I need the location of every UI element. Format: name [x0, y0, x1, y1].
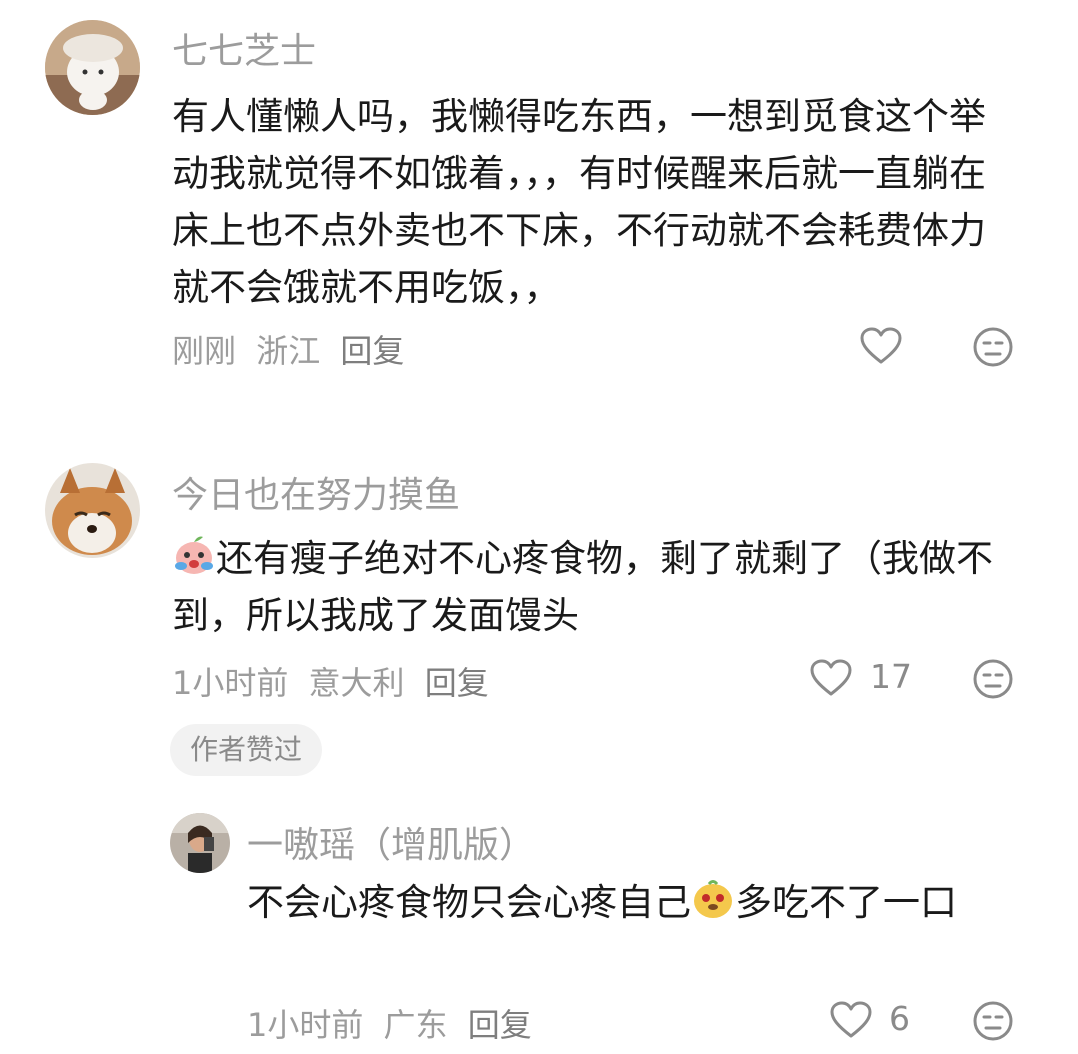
crying-peach-emoji-icon	[172, 533, 216, 577]
username[interactable]: 七七芝士	[172, 22, 316, 74]
avatar-image	[170, 813, 230, 873]
comment-text-content: 还有瘦子绝对不心疼食物，剩了就剩了（我做不到，所以我成了发面馒头	[172, 537, 993, 637]
heart-icon[interactable]	[860, 327, 902, 369]
heart-icon[interactable]	[810, 659, 852, 701]
like-count: 17	[870, 657, 912, 696]
comment-meta: 1小时前 意大利 回复	[172, 658, 499, 704]
neutral-face-icon[interactable]	[972, 658, 1014, 704]
comment-text-content: 多吃不了一口	[735, 881, 957, 924]
avatar-image	[45, 463, 140, 558]
comment-time: 刚刚	[172, 332, 237, 370]
username[interactable]: 今日也在努力摸鱼	[172, 466, 460, 518]
comment-time: 1小时前	[247, 1006, 364, 1044]
comment-text: 还有瘦子绝对不心疼食物，剩了就剩了（我做不到，所以我成了发面馒头	[172, 530, 1022, 644]
avatar[interactable]	[45, 20, 140, 115]
heart-icon[interactable]	[830, 1001, 872, 1043]
neutral-face-icon[interactable]	[972, 326, 1014, 372]
comment-meta: 刚刚 浙江 回复	[172, 326, 414, 372]
reply-button[interactable]: 回复	[340, 332, 404, 370]
neutral-face-icon[interactable]	[972, 1000, 1014, 1046]
avatar[interactable]	[45, 463, 140, 558]
dog-face-emoji-icon	[691, 877, 735, 921]
comment-meta: 1小时前 广东 回复	[247, 1000, 542, 1046]
comment-time: 1小时前	[172, 664, 289, 702]
username[interactable]: 一嗷瑶（增肌版）	[247, 816, 535, 868]
comment-location: 意大利	[308, 664, 405, 702]
comment-text-content: 不会心疼食物只会心疼自己	[247, 881, 691, 924]
reply-button[interactable]: 回复	[425, 664, 489, 702]
avatar[interactable]	[170, 813, 230, 873]
comment-text: 有人懂懒人吗，我懒得吃东西，一想到觅食这个举动我就觉得不如饿着，，，有时候醒来后…	[172, 95, 986, 309]
comment-location: 浙江	[256, 332, 321, 370]
author-liked-badge: 作者赞过	[170, 724, 323, 776]
reply-button[interactable]: 回复	[468, 1006, 532, 1044]
like-count: 6	[889, 999, 910, 1038]
comment-text: 不会心疼食物只会心疼自己 多吃不了一口	[247, 874, 1022, 931]
comment-location: 广东	[383, 1006, 448, 1044]
avatar-image	[45, 20, 140, 115]
